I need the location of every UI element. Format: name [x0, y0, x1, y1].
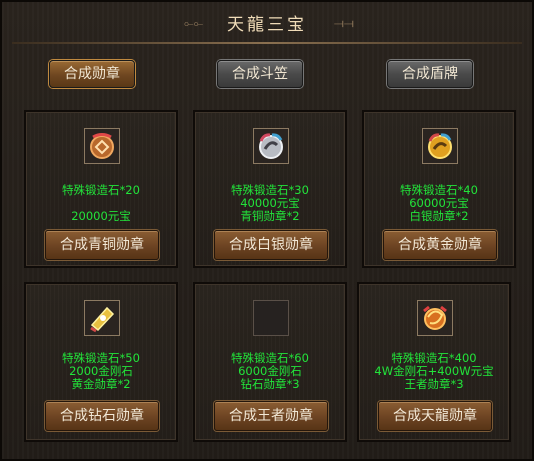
- card-king-medal: 特殊锻造石*60 6000金刚石 钻石勋章*3 合成王者勋章: [193, 282, 347, 442]
- ornament-right-icon: ⟞⟞: [334, 16, 354, 30]
- requirement-text: 王者勋章*3: [404, 377, 464, 391]
- dragon-medal-icon[interactable]: [417, 300, 453, 336]
- tab-hat[interactable]: 合成斗笠: [217, 60, 303, 88]
- craft-diamond-medal-button[interactable]: 合成钻石勋章: [45, 401, 159, 431]
- gold-medal-icon[interactable]: [422, 128, 458, 164]
- requirement-text: 白银勋章*2: [409, 209, 469, 223]
- requirement-text: 钻石勋章*3: [240, 377, 300, 391]
- requirement-text: 20000元宝: [71, 209, 131, 223]
- craft-silver-medal-button[interactable]: 合成白银勋章: [214, 230, 328, 260]
- craft-dragon-medal-button[interactable]: 合成天龍勋章: [378, 401, 492, 431]
- card-diamond-medal: 特殊锻造石*50 2000金刚石 黄金勋章*2 合成钻石勋章: [24, 282, 178, 442]
- diamond-medal-icon[interactable]: [84, 300, 120, 336]
- card-silver-medal: 特殊锻造石*30 40000元宝 青铜勋章*2 合成白银勋章: [193, 110, 347, 268]
- tab-medal[interactable]: 合成勋章: [49, 60, 135, 88]
- requirement-text: 黄金勋章*2: [71, 377, 131, 391]
- window-panel: ⟜⟜ 天龍三宝 ⟞⟞ 合成勋章 合成斗笠 合成盾牌 特殊锻造石*20 20000…: [0, 0, 534, 461]
- requirement-text: 特殊锻造石*20: [62, 183, 140, 197]
- craft-king-medal-button[interactable]: 合成王者勋章: [214, 401, 328, 431]
- silver-medal-icon[interactable]: [253, 128, 289, 164]
- bronze-medal-icon[interactable]: [84, 128, 120, 164]
- card-dragon-medal: 特殊锻造石*400 4W金刚石+400W元宝 王者勋章*3 合成天龍勋章: [357, 282, 511, 442]
- title-divider: [12, 42, 522, 44]
- craft-gold-medal-button[interactable]: 合成黄金勋章: [383, 230, 497, 260]
- window-title: 天龍三宝: [227, 15, 307, 35]
- craft-bronze-medal-button[interactable]: 合成青铜勋章: [45, 230, 159, 260]
- card-gold-medal: 特殊锻造石*40 60000元宝 白银勋章*2 合成黄金勋章: [362, 110, 516, 268]
- tab-shield[interactable]: 合成盾牌: [387, 60, 473, 88]
- card-bronze-medal: 特殊锻造石*20 20000元宝 合成青铜勋章: [24, 110, 178, 268]
- title-bar: ⟜⟜ 天龍三宝 ⟞⟞: [2, 2, 532, 44]
- empty-slot-icon[interactable]: [253, 300, 289, 336]
- requirement-text: 青铜勋章*2: [240, 209, 300, 223]
